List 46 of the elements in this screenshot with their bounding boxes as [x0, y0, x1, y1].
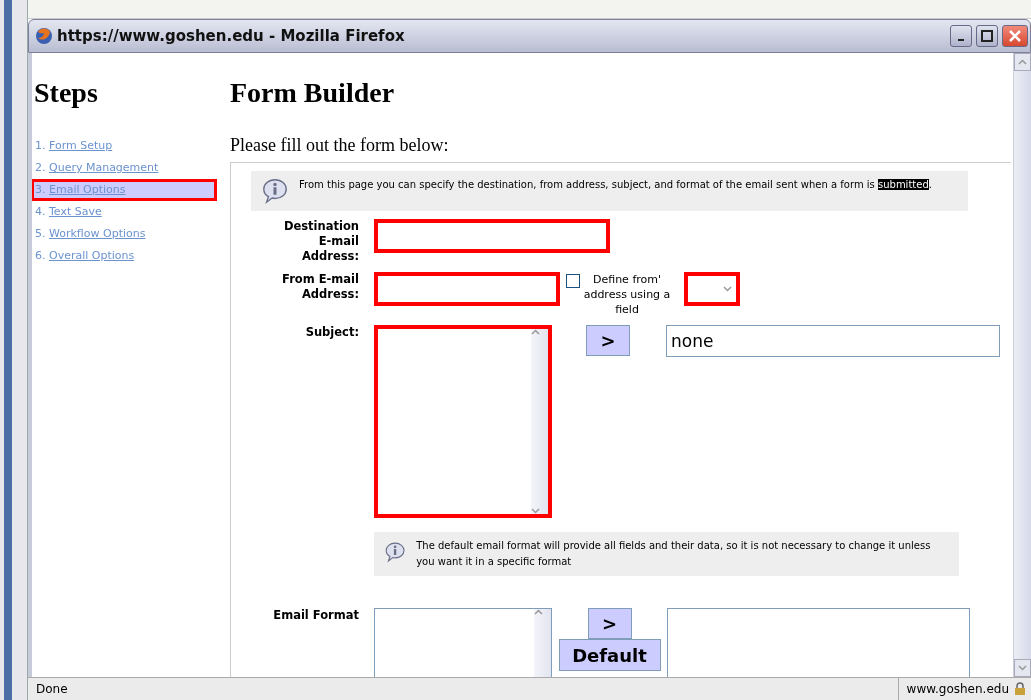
- status-domain: www.goshen.edu: [906, 682, 1009, 696]
- browser-logo-icon: [35, 27, 53, 45]
- step-link[interactable]: 2. Query Management: [32, 157, 217, 179]
- status-text: Done: [36, 682, 68, 696]
- step-link[interactable]: 4. Text Save: [32, 201, 217, 223]
- subject-value-field[interactable]: none: [666, 325, 1000, 357]
- window-title: https://www.goshen.edu - Mozilla Firefox: [57, 27, 406, 45]
- close-icon: [1008, 29, 1022, 43]
- intro-text: Please fill out the form below:: [230, 135, 450, 156]
- field-label: Email Format: [272, 608, 359, 623]
- step-link[interactable]: 6. Overall Options: [32, 245, 217, 267]
- caret-up-icon: [531, 329, 540, 335]
- maximize-icon: [981, 30, 993, 42]
- caret-down-icon: [723, 286, 732, 292]
- default-button[interactable]: Default: [558, 639, 661, 671]
- from-email-field[interactable]: [374, 272, 560, 306]
- caret-up-icon: [534, 609, 543, 615]
- scroll-down-button[interactable]: [1014, 659, 1031, 677]
- checkbox[interactable]: [566, 274, 580, 288]
- field-label: From E-mail Address:: [281, 272, 359, 302]
- caret-down-icon: [531, 508, 540, 514]
- checkbox-label: Define from' address using a field: [582, 272, 672, 317]
- page-title: Form Builder: [230, 77, 396, 109]
- step-link[interactable]: 3. Email Options: [32, 179, 217, 201]
- steps-heading: Steps: [34, 77, 99, 109]
- scroll-up-button[interactable]: [1014, 53, 1031, 71]
- caret-down-icon: [1018, 665, 1027, 671]
- maximize-button[interactable]: [976, 25, 998, 47]
- email-format-textarea[interactable]: [374, 608, 552, 677]
- minimize-icon: [958, 39, 964, 41]
- lock-icon: [1013, 682, 1027, 696]
- insert-button[interactable]: >: [587, 608, 632, 639]
- info-text: From this page you can specify the destination, from address, subject, and format of the email sent when a form is submitted.: [299, 178, 932, 192]
- field-dropdown[interactable]: [684, 272, 740, 306]
- close-button[interactable]: [1002, 25, 1028, 47]
- info-text: The default email format will provide all fields and their data, so it is not necessary to change it unless you want it in a specific format: [416, 539, 932, 569]
- info-icon: [261, 177, 289, 205]
- destination-email-field[interactable]: [374, 219, 610, 253]
- step-link[interactable]: 1. Form Setup: [32, 135, 217, 157]
- minimize-button[interactable]: [950, 25, 972, 47]
- caret-up-icon: [1018, 59, 1027, 65]
- step-link[interactable]: 5. Workflow Options: [32, 223, 217, 245]
- field-label: Subject:: [304, 325, 359, 340]
- field-label: Destination E-mail Address:: [282, 219, 359, 264]
- subject-textarea[interactable]: [374, 325, 552, 518]
- insert-button[interactable]: >: [586, 325, 630, 356]
